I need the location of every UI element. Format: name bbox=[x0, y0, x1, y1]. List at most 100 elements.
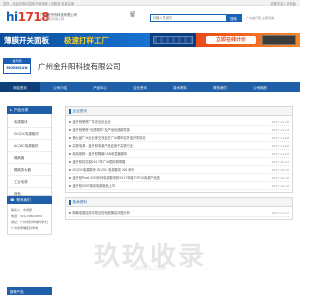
tech-panel-header: 技术资料 bbox=[66, 198, 292, 207]
banner-screen-image bbox=[262, 35, 296, 45]
news-date: 2017-11-08 bbox=[271, 135, 289, 140]
news-row[interactable]: 金升阳荣获“优质服务”及产品优选服务奖 2017-11-14 bbox=[69, 126, 289, 134]
sidebar-item[interactable]: 隔离放大器 bbox=[8, 164, 51, 176]
news-title[interactable]: 高铁电源：金升阳电源产品应用于高铁行业 bbox=[73, 144, 134, 148]
contact-title: 联系我们 bbox=[16, 197, 31, 202]
banner-product-image bbox=[150, 33, 196, 47]
news-row[interactable]: 金升阳将亮相2017年广州国际照明展 2017-10-31 bbox=[69, 158, 289, 166]
news-row[interactable]: 金升阳IGBT驱动电源新品上市 2017-10-12 bbox=[69, 182, 289, 190]
nav-home[interactable]: 网站首页 bbox=[0, 82, 40, 92]
tech-date: 2017-11-17 bbox=[271, 210, 289, 215]
watermark-subtitle: 9999SL.COM bbox=[133, 266, 166, 272]
news-row[interactable]: 新品推荐：金升阳隔离CAN收发器模块 2017-11-02 bbox=[69, 150, 289, 158]
news-title[interactable]: 金升阳将亮相2017年广州国际照明展 bbox=[73, 160, 126, 164]
news-row[interactable]: 金升阳荣获广东省名优企业 2017-11-16 bbox=[69, 118, 289, 126]
company-logo: 金升阳 MORNSUN bbox=[3, 58, 31, 74]
sidebar-contact: ☎ 联系我们 联系人：市场部 电话：020-38601850 地址：广州市科学城… bbox=[7, 196, 52, 235]
site-logo[interactable]: hi1718 bbox=[6, 10, 50, 26]
tech-title[interactable]: 隔离电源应用中常见的电磁兼容问题分析 bbox=[73, 211, 130, 215]
contact-header: ☎ 联系我们 bbox=[7, 196, 52, 204]
phone-icon: ☎ bbox=[10, 198, 15, 202]
top-bar-links[interactable]: 收藏本站 | 手机版 bbox=[271, 1, 296, 6]
header-links[interactable]: 广州金升阳 立即咨询 bbox=[246, 16, 274, 20]
nav-products[interactable]: 产品中心 bbox=[80, 82, 120, 92]
tech-panel: 技术资料 隔离电源应用中常见的电磁兼容问题分析 2017-11-17 bbox=[65, 197, 293, 220]
search-input[interactable] bbox=[151, 15, 226, 21]
contact-line: 广州市黄埔区科学城 bbox=[11, 226, 39, 230]
section-marker-icon bbox=[69, 108, 71, 114]
bullet-icon bbox=[69, 185, 71, 187]
news-date: 2017-11-14 bbox=[271, 127, 289, 132]
news-title[interactable]: 金升阳Pro6-20D系列电源模块获2017年度TOP10电源产品奖 bbox=[73, 176, 160, 180]
tech-row[interactable]: 隔离电源应用中常见的电磁兼容问题分析 2017-11-17 bbox=[69, 209, 289, 217]
bullet-icon bbox=[69, 121, 71, 123]
site-subtitle: 找电源就到电子网 bbox=[40, 17, 65, 21]
sidebar-item[interactable]: 工业电源 bbox=[8, 176, 51, 188]
news-panel: 企业资讯 金升阳荣获广东省名优企业 2017-11-16 金升阳荣获“优质服务”及… bbox=[65, 106, 293, 193]
sidebar-item[interactable]: 电源模块 bbox=[8, 116, 51, 128]
news-date: 2017-11-06 bbox=[271, 143, 289, 148]
sidebar-header: ▸ 产品分类 bbox=[7, 106, 52, 114]
news-date: 2017-11-16 bbox=[271, 119, 289, 124]
nav-about[interactable]: 公司介绍 bbox=[40, 82, 80, 92]
nav-album[interactable]: 公司相册 bbox=[240, 82, 280, 92]
news-title[interactable]: 金升阳荣获广东省名优企业 bbox=[73, 120, 111, 124]
banner-left[interactable]: 薄膜开关面板 极速打样工厂 bbox=[0, 33, 150, 47]
company-logo-bottom: MORNSUN bbox=[6, 66, 28, 70]
banner-highlight: 极速打样工厂 bbox=[64, 36, 109, 45]
sidebar-item[interactable]: DC/DC电源模块 bbox=[8, 128, 51, 140]
nav-contact[interactable]: 联系我们 bbox=[200, 82, 240, 92]
nav-news[interactable]: 企业资讯 bbox=[120, 82, 160, 92]
search-button[interactable]: 搜索 bbox=[226, 15, 241, 21]
news-title[interactable]: 新品推荐：金升阳隔离CAN收发器模块 bbox=[73, 152, 128, 156]
header-tag: 留 bbox=[130, 12, 136, 18]
news-row[interactable]: 第九届广州企业家交流会在广州顺利召开金升阳协办 2017-11-08 bbox=[69, 134, 289, 142]
banner-cta-button[interactable]: 立即在线计价 bbox=[206, 36, 256, 44]
news-panel-header: 企业资讯 bbox=[66, 107, 292, 116]
sidebar-title: 产品分类 bbox=[13, 107, 29, 112]
bullet-icon bbox=[69, 161, 71, 163]
circuit-board-image bbox=[153, 36, 193, 44]
sidebar-item[interactable]: AC/DC电源模块 bbox=[8, 140, 51, 152]
news-row[interactable]: 金升阳Pro6-20D系列电源模块获2017年度TOP10电源产品奖 2017-1… bbox=[69, 174, 289, 182]
news-panel-title[interactable]: 企业资讯 bbox=[73, 109, 87, 114]
bullet-icon bbox=[69, 137, 71, 139]
news-date: 2017-10-25 bbox=[271, 167, 289, 172]
news-date: 2017-11-02 bbox=[271, 151, 289, 156]
bullet-icon bbox=[69, 169, 71, 171]
company-name: 广州金升阳科技有限公司 bbox=[38, 62, 121, 71]
news-title[interactable]: 金升阳荣获“优质服务”及产品优选服务奖 bbox=[73, 128, 131, 132]
news-title[interactable]: DC/DC电源模块 DC/DC 电源模块 2W 系列 bbox=[73, 168, 135, 172]
top-bar-welcome[interactable]: 您好，欢迎光临中国电子网商城 | 请登录 免费注册 bbox=[3, 1, 74, 6]
tech-list: 隔离电源应用中常见的电磁兼容问题分析 2017-11-17 bbox=[66, 207, 292, 219]
tech-panel-title[interactable]: 技术资料 bbox=[73, 200, 87, 205]
bullet-icon bbox=[69, 129, 71, 131]
news-date: 2017-10-31 bbox=[271, 159, 289, 164]
news-title[interactable]: 金升阳IGBT驱动电源新品上市 bbox=[73, 184, 116, 188]
nav-tech[interactable]: 技术资料 bbox=[160, 82, 200, 92]
news-row[interactable]: DC/DC电源模块 DC/DC 电源模块 2W 系列 2017-10-25 bbox=[69, 166, 289, 174]
list-icon: ▸ bbox=[10, 108, 12, 112]
sidebar-item[interactable]: 隔离器 bbox=[8, 152, 51, 164]
contact-lines: 联系人：市场部 电话：020-38601850 地址：广州市科学城科学大道 广州… bbox=[7, 204, 52, 235]
section-marker-icon bbox=[69, 199, 71, 205]
news-list: 金升阳荣获广东省名优企业 2017-11-16 金升阳荣获“优质服务”及产品优选服… bbox=[66, 116, 292, 192]
main-nav: 网站首页 公司介绍 产品中心 企业资讯 技术资料 联系我们 公司相册 bbox=[0, 82, 300, 92]
bullet-icon bbox=[69, 212, 71, 214]
ad-banner[interactable]: 薄膜开关面板 极速打样工厂 立即在线计价 bbox=[0, 33, 300, 47]
search-box: 搜索 bbox=[150, 14, 242, 22]
sidebar-list: 电源模块 DC/DC电源模块 AC/DC电源模块 隔离器 隔离放大器 工业电源 … bbox=[7, 114, 52, 200]
news-date: 2017-10-16 bbox=[271, 175, 289, 180]
news-row[interactable]: 高铁电源：金升阳电源产品应用于高铁行业 2017-11-06 bbox=[69, 142, 289, 150]
top-bar: 您好，欢迎光临中国电子网商城 | 请登录 免费注册 收藏本站 | 手机版 bbox=[0, 0, 300, 6]
sidebar-categories: ▸ 产品分类 电源模块 DC/DC电源模块 AC/DC电源模块 隔离器 隔离放大… bbox=[7, 106, 52, 200]
recommended-products-header[interactable]: 推荐产品 bbox=[7, 287, 52, 295]
bullet-icon bbox=[69, 145, 71, 147]
banner-right[interactable]: 立即在线计价 bbox=[196, 33, 300, 47]
page: 您好，欢迎光临中国电子网商城 | 请登录 免费注册 收藏本站 | 手机版 hi1… bbox=[0, 0, 300, 300]
bullet-icon bbox=[69, 177, 71, 179]
main-content: 企业资讯 金升阳荣获广东省名优企业 2017-11-16 金升阳荣获“优质服务”及… bbox=[65, 106, 293, 224]
news-title[interactable]: 第九届广州企业家交流会在广州顺利召开金升阳协办 bbox=[73, 136, 146, 140]
logo-main: hi bbox=[6, 10, 18, 24]
bullet-icon bbox=[69, 153, 71, 155]
